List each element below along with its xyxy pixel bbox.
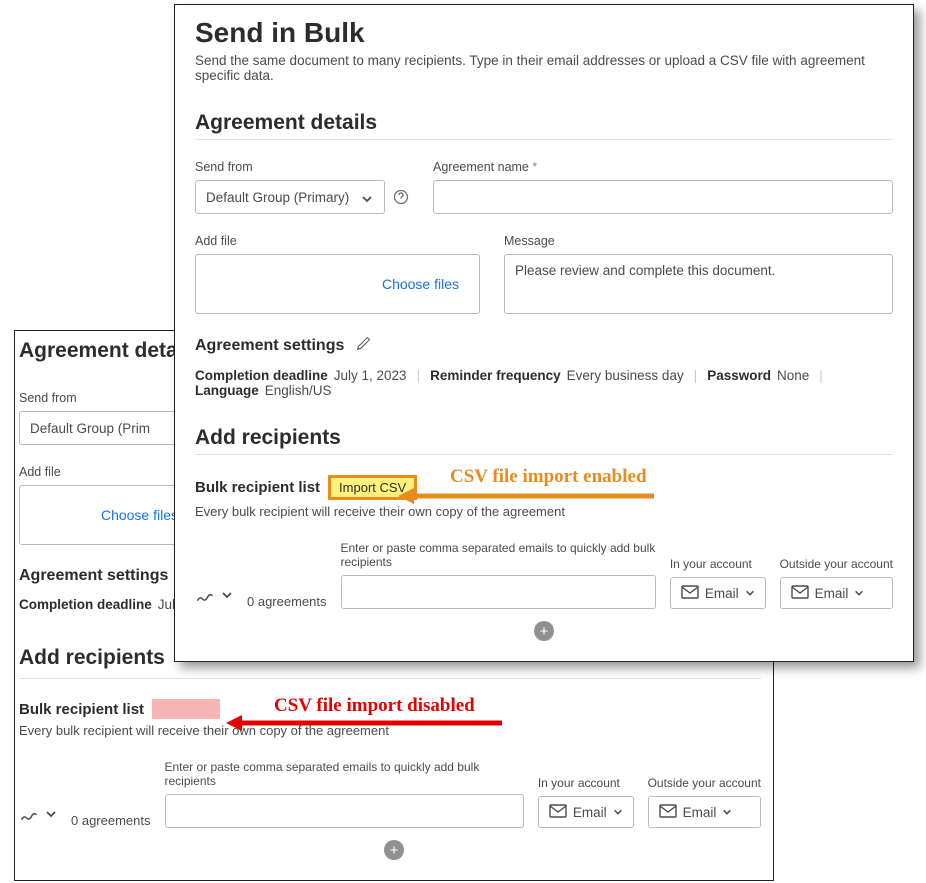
add-row-button[interactable]: + xyxy=(534,621,554,641)
import-csv-disabled-placeholder xyxy=(152,699,220,719)
in-account-email-button[interactable]: Email xyxy=(670,577,766,609)
mail-icon xyxy=(681,585,699,602)
file-dropzone[interactable]: Choose files xyxy=(195,254,480,314)
mail-icon xyxy=(791,585,809,602)
chevron-down-icon xyxy=(854,586,864,601)
agreement-name-label: Agreement name * xyxy=(433,160,893,174)
email-hint-label: Enter or paste comma separated emails to… xyxy=(341,541,656,569)
file-dropzone-back[interactable]: Choose files xyxy=(19,485,179,545)
add-file-label-back: Add file xyxy=(19,465,179,479)
send-from-label: Send from xyxy=(195,160,409,174)
outside-account-email-button[interactable]: Email xyxy=(780,577,893,609)
agreement-details-heading: Agreement details xyxy=(195,111,893,140)
send-from-select[interactable]: Default Group (Primary) xyxy=(195,180,385,214)
agreement-name-input[interactable] xyxy=(433,180,893,214)
outside-account-email-button-back[interactable]: Email xyxy=(648,796,761,828)
in-account-label-back: In your account xyxy=(538,776,634,790)
chevron-down-icon xyxy=(722,805,732,820)
bulk-recipient-list-label: Bulk recipient list xyxy=(195,479,320,496)
completion-deadline-key-back: Completion deadline xyxy=(19,597,152,612)
pen-icon-back xyxy=(19,803,39,828)
pen-icon xyxy=(195,584,215,609)
agreement-settings-heading: Agreement settings xyxy=(195,337,344,355)
reminder-val: Every business day xyxy=(567,368,684,383)
chevron-down-icon xyxy=(745,586,755,601)
chevron-down-icon-back[interactable] xyxy=(45,807,57,825)
password-key: Password xyxy=(707,368,771,383)
in-account-label: In your account xyxy=(670,557,766,571)
annotation-text-disabled: CSV file import disabled xyxy=(274,695,475,717)
in-account-email-button-back[interactable]: Email xyxy=(538,796,634,828)
pencil-icon[interactable] xyxy=(356,336,371,356)
add-recipients-heading: Add recipients xyxy=(195,426,893,455)
mail-icon xyxy=(659,804,677,821)
mail-icon xyxy=(549,804,567,821)
language-val: English/US xyxy=(265,383,332,398)
bulk-recipient-desc: Every bulk recipient will receive their … xyxy=(195,504,893,519)
send-from-select-back[interactable]: Default Group (Primary) xyxy=(19,411,179,445)
bulk-recipient-desc-back: Every bulk recipient will receive their … xyxy=(15,723,773,738)
foreground-panel: Send in Bulk Send the same document to m… xyxy=(174,4,914,662)
page-subtitle: Send the same document to many recipient… xyxy=(195,53,893,83)
completion-deadline-val: July 1, 2023 xyxy=(334,368,407,383)
agreement-settings-heading-back: Agreement settings xyxy=(19,567,168,585)
import-csv-button[interactable]: Import CSV xyxy=(328,475,417,500)
bulk-recipient-list-label-back: Bulk recipient list xyxy=(19,701,144,718)
chevron-down-icon[interactable] xyxy=(221,588,233,606)
email-hint-label-back: Enter or paste comma separated emails to… xyxy=(165,760,524,788)
help-icon[interactable] xyxy=(393,189,409,205)
outside-account-label-back: Outside your account xyxy=(648,776,761,790)
completion-deadline-key: Completion deadline xyxy=(195,368,328,383)
choose-files-link-back[interactable]: Choose files xyxy=(101,507,178,523)
language-key: Language xyxy=(195,383,259,398)
bulk-email-input[interactable] xyxy=(341,575,656,609)
password-val: None xyxy=(777,368,809,383)
agreements-count: 0 agreements xyxy=(247,594,327,609)
annotation-text-enabled: CSV file import enabled xyxy=(450,466,647,488)
message-textarea[interactable]: Please review and complete this document… xyxy=(504,254,893,314)
page-title: Send in Bulk xyxy=(195,17,893,49)
send-from-label-back: Send from xyxy=(19,391,179,405)
choose-files-link[interactable]: Choose files xyxy=(382,276,459,292)
add-file-label: Add file xyxy=(195,234,480,248)
reminder-key: Reminder frequency xyxy=(430,368,561,383)
chevron-down-icon xyxy=(613,805,623,820)
agreements-count-back: 0 agreements xyxy=(71,813,151,828)
bulk-email-input-back[interactable] xyxy=(165,794,524,828)
outside-account-label: Outside your account xyxy=(780,557,893,571)
add-row-button-back[interactable]: + xyxy=(384,840,404,860)
message-label: Message xyxy=(504,234,893,248)
